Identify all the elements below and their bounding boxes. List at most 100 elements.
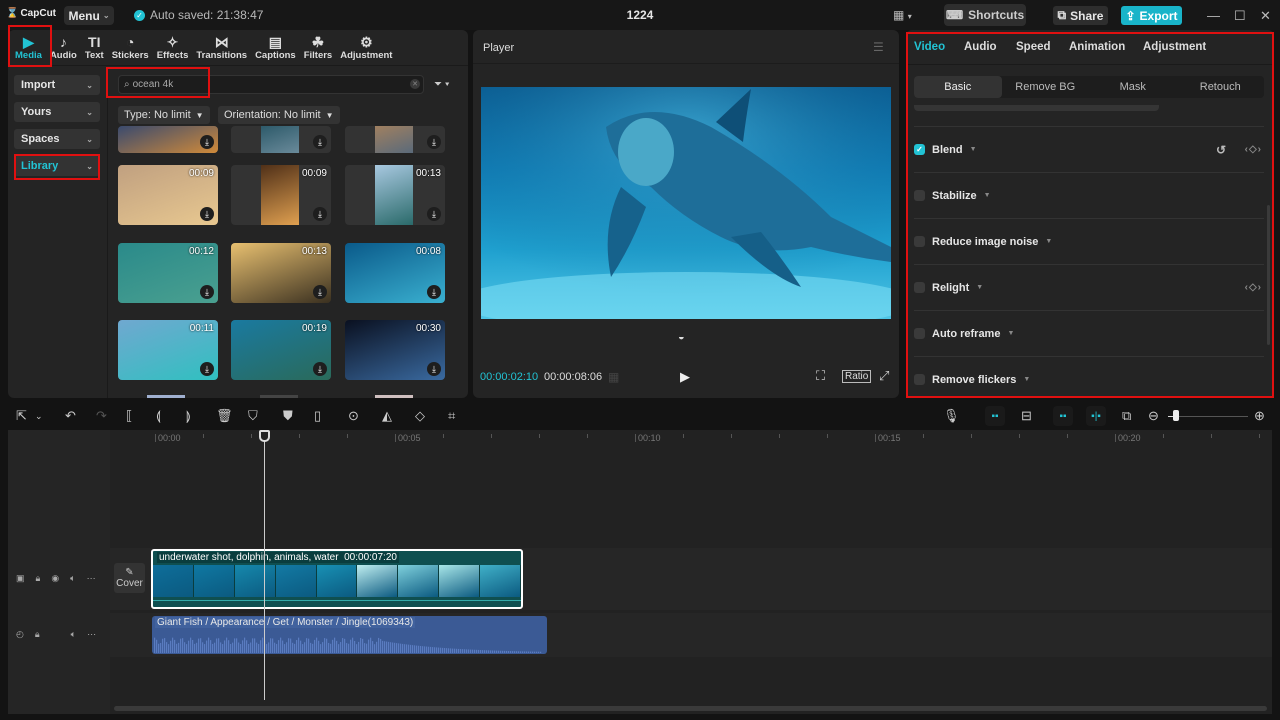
time-ruler[interactable] [110,430,1272,446]
audio-clip[interactable]: Giant Fish / Appearance / Get / Monster … [152,616,547,654]
type-filter-dropdown[interactable]: Type: No limit ▼ [118,106,210,124]
media-thumbnail[interactable]: 00:08 ⤓ [345,243,445,303]
sidebar-item-import[interactable]: Import ⌄ [14,75,100,95]
media-thumbnail[interactable] [375,395,413,398]
mark-icon[interactable]: ⛉ [248,408,258,424]
auto-snap-icon[interactable]: ⊟ [1021,408,1032,424]
tab-transitions[interactable]: ⋈ Transitions [192,30,251,66]
timeline-scrollbar[interactable] [114,706,1267,711]
media-thumbnail[interactable]: 00:09 ⤓ [231,165,331,225]
keyframe-icon[interactable]: ‹◇› [1245,282,1262,293]
share-button[interactable]: ⧉ Share [1053,6,1108,25]
tab-video[interactable]: Video [914,41,945,53]
checkbox[interactable] [914,190,925,201]
media-thumbnail[interactable]: 00:09 ⤓ [118,165,218,225]
reset-icon[interactable]: ↺ [1216,143,1226,157]
video-preview[interactable] [481,87,891,319]
timeline-grid-icon[interactable]: ▦ [608,370,619,384]
mirror-icon[interactable]: ◭ [382,408,392,424]
main-track-magnet-icon[interactable]: ▪▪ [985,406,1005,426]
rotate-handle-icon[interactable]: ◒ [678,331,685,343]
zoom-in-icon[interactable]: ⊕ [1254,408,1265,424]
tab-stickers[interactable]: ◔ Stickers [108,30,153,66]
preview-axis-icon[interactable]: ▪|▪ [1086,406,1106,426]
crop-icon[interactable]: ⌗ [448,408,455,424]
speaker-icon[interactable]: 🔈︎ [71,629,76,640]
download-icon[interactable]: ⤓ [427,207,441,221]
minimize-button[interactable]: — [1207,8,1220,23]
subtab-retouch[interactable]: Retouch [1177,76,1265,98]
caret-down-icon[interactable]: ▼ [984,192,991,199]
shield-icon[interactable]: ⛊ [283,408,293,424]
checkbox[interactable] [914,236,925,247]
caret-down-icon[interactable]: ▼ [1007,330,1014,337]
media-thumbnail[interactable]: 00:19 ⤓ [231,320,331,380]
hamburger-menu-icon[interactable]: ☰ [873,40,884,54]
more-icon[interactable]: ⋯ [87,629,96,640]
download-icon[interactable]: ⤓ [200,285,214,299]
clear-search-icon[interactable]: ✕ [410,79,420,89]
tab-adjustment[interactable]: Adjustment [1143,41,1206,53]
checkbox[interactable] [914,282,925,293]
split-icon[interactable]: ⟦ [126,408,132,424]
export-button[interactable]: ⇪ Export [1121,6,1182,25]
maximize-button[interactable]: ☐ [1234,8,1246,24]
speaker-icon[interactable]: 🔈︎ [70,573,75,584]
caret-down-icon[interactable]: ▼ [1045,238,1052,245]
play-button[interactable]: ▶ [680,369,690,385]
more-icon[interactable]: ⋯ [87,573,96,584]
download-icon[interactable]: ⤓ [200,207,214,221]
split-right-icon[interactable]: ⟭ [186,408,191,424]
download-icon[interactable]: ⤓ [427,135,441,149]
checkbox[interactable] [914,328,925,339]
keyframe-icon[interactable]: ‹◇› [1245,144,1262,155]
subtab-remove-bg[interactable]: Remove BG [1002,76,1090,98]
caret-down-icon[interactable]: ▼ [1023,376,1030,383]
download-icon[interactable]: ⤓ [200,362,214,376]
tab-adjustment[interactable]: ⚙ Adjustment [336,30,396,66]
reverse-play-icon[interactable]: ⊙ [348,408,359,424]
download-icon[interactable]: ⤓ [200,135,214,149]
media-thumbnail[interactable]: 00:13 ⤓ [345,165,445,225]
shortcuts-button[interactable]: ⌨ Shortcuts [944,4,1026,26]
preview-window-icon[interactable]: ⧉ [1122,408,1131,424]
cover-button[interactable]: ✎ Cover [114,563,145,593]
caret-down-icon[interactable]: ▼ [970,146,977,153]
lock-icon[interactable]: 🔒︎ [36,573,41,584]
download-icon[interactable]: ⤓ [313,362,327,376]
video-clip[interactable]: underwater shot, dolphin, animals, water… [151,549,523,609]
delete-icon[interactable]: 🗑 [216,408,233,424]
media-thumbnail[interactable] [260,395,298,398]
undo-icon[interactable]: ↶ [65,408,76,424]
properties-scrollbar[interactable] [1267,205,1270,345]
download-icon[interactable]: ⤓ [427,362,441,376]
chevron-down-icon[interactable]: ⌄ [35,411,43,422]
tab-effects[interactable]: ✧ Effects [153,30,193,66]
subtab-basic[interactable]: Basic [914,76,1002,98]
ratio-button[interactable]: Ratio [842,370,872,383]
download-icon[interactable]: ⤓ [313,135,327,149]
media-thumbnail[interactable]: ⤓ [345,126,445,153]
tab-animation[interactable]: Animation [1069,41,1125,53]
sort-filter-icon[interactable]: ⏷ ▾ [434,79,450,90]
tab-text[interactable]: TI Text [81,30,108,66]
zoom-fit-icon[interactable]: ⛶ [816,368,825,384]
orientation-filter-dropdown[interactable]: Orientation: No limit ▼ [218,106,340,124]
eye-icon[interactable]: ◉ [51,573,59,584]
download-icon[interactable]: ⤓ [313,207,327,221]
sidebar-item-yours[interactable]: Yours ⌄ [14,102,100,122]
zoom-slider-track[interactable] [1168,416,1248,417]
media-thumbnail[interactable]: 00:12 ⤓ [118,243,218,303]
tab-filters[interactable]: ☘ Filters [300,30,337,66]
menu-button[interactable]: Menu ⌄ [64,6,114,25]
tab-captions[interactable]: ▤ Captions [251,30,300,66]
media-thumbnail[interactable]: ⤓ [231,126,331,153]
checkbox[interactable]: ✓ [914,144,925,155]
media-thumbnail[interactable]: 00:30 ⤓ [345,320,445,380]
close-button[interactable]: ✕ [1260,8,1271,24]
tab-speed[interactable]: Speed [1016,41,1051,53]
microphone-icon[interactable]: 🎙 [943,408,960,424]
subtab-mask[interactable]: Mask [1089,76,1177,98]
download-icon[interactable]: ⤓ [313,285,327,299]
layout-button[interactable]: ▦ ▾ [893,8,912,22]
